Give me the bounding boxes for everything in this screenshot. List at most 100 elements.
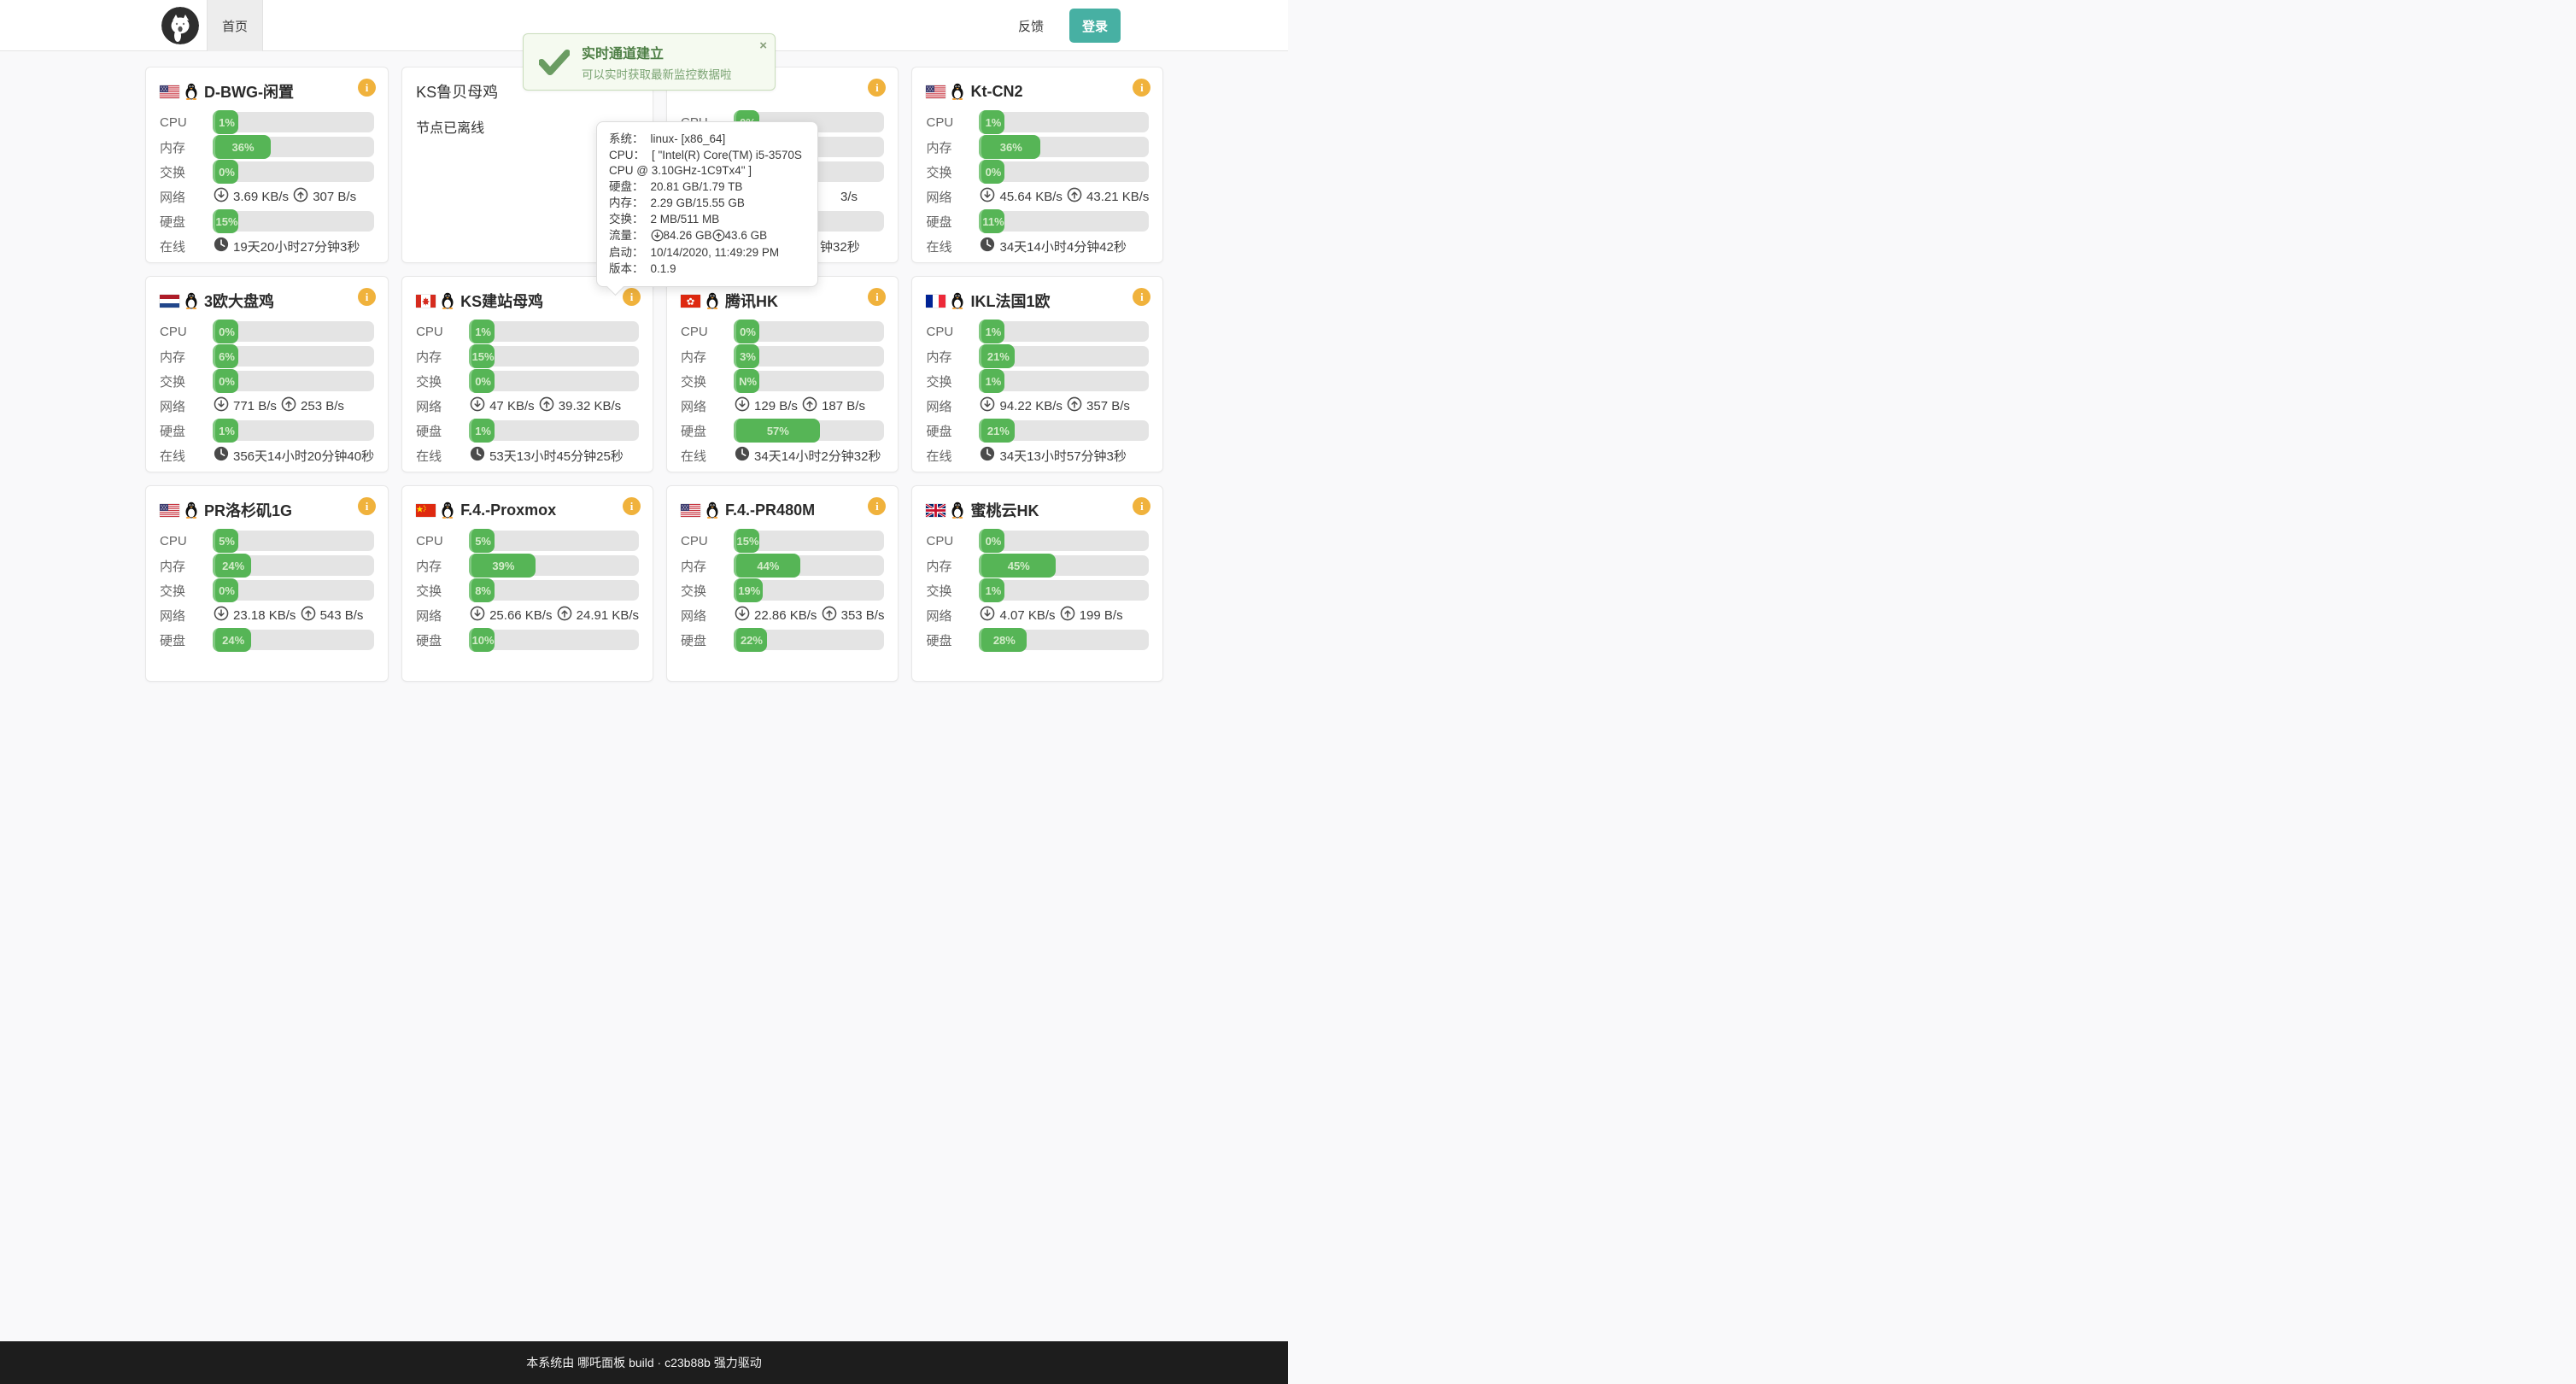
row-label: CPU (160, 534, 213, 548)
upload-icon (280, 396, 301, 415)
tooltip-label: 内存： (609, 196, 644, 209)
usage-bar-fill: 36% (979, 135, 1040, 159)
usage-bar-fill: N% (734, 369, 759, 393)
server-name: KS鲁贝母鸡 (416, 80, 498, 103)
row-label: 硬盘 (416, 422, 469, 440)
usage-bar-fill: 45% (979, 554, 1056, 578)
online-row: 在线34天14小时2分钟32秒 (681, 445, 884, 466)
row-label: 网络 (416, 607, 469, 625)
linux-icon (184, 83, 198, 100)
usage-bar: 6% (213, 346, 374, 367)
usage-bar-fill: 57% (734, 419, 820, 443)
disk-row: 硬盘22% (681, 630, 884, 650)
usage-bar-fill: 5% (213, 529, 238, 553)
swap-row: 交换1% (926, 580, 1149, 601)
row-label: 在线 (416, 447, 469, 465)
online-row: 在线34天14小时4分钟42秒 (926, 236, 1149, 256)
usage-bar: 1% (979, 321, 1149, 342)
site-logo-avatar[interactable] (161, 7, 199, 44)
download-icon (469, 606, 489, 625)
download-icon (213, 187, 233, 206)
tooltip-row: 启动：10/14/2020, 11:49:29 PM (609, 245, 805, 261)
login-button[interactable]: 登录 (1069, 9, 1121, 43)
server-name: Kt-CN2 (970, 83, 1022, 101)
uptime: 19天20小时27分钟3秒 (213, 237, 360, 255)
tooltip-row: 硬盘：20.81 GB/1.79 TB (609, 179, 805, 195)
usage-bar: 0% (979, 531, 1149, 551)
linux-icon (441, 501, 454, 519)
row-label: 在线 (681, 447, 734, 465)
server-name: IKL法国1欧 (970, 290, 1050, 312)
usage-bar-fill: 15% (469, 344, 495, 368)
row-label: 交换 (681, 582, 734, 600)
disk-row: 硬盘24% (160, 630, 374, 650)
net-speed: 94.22 KB/s 357 B/s (979, 396, 1129, 415)
nav-feedback-link[interactable]: 反馈 (1018, 0, 1044, 51)
info-icon[interactable]: i (623, 497, 641, 515)
tooltip-label: 启动： (609, 246, 644, 259)
row-label: CPU (926, 534, 979, 548)
toast-close-icon[interactable]: × (759, 39, 767, 52)
info-icon[interactable]: i (358, 497, 376, 515)
usage-bar-fill: 1% (469, 320, 495, 343)
usage-bar-fill: 21% (979, 344, 1015, 368)
flag-gb-icon (926, 504, 946, 517)
usage-bar: 1% (213, 112, 374, 132)
info-icon[interactable]: i (358, 288, 376, 306)
mem-row: 内存45% (926, 555, 1149, 576)
info-icon[interactable]: i (358, 79, 376, 97)
row-label: 交换 (160, 372, 213, 390)
disk-row: 硬盘57% (681, 420, 884, 441)
tooltip-label: 流量： (609, 229, 644, 242)
tooltip-label: 交换： (609, 213, 644, 226)
row-label: 交换 (926, 163, 979, 181)
usage-bar: 0% (213, 580, 374, 601)
info-icon[interactable]: i (623, 288, 641, 306)
usage-bar: 15% (213, 211, 374, 232)
cpu-row: CPU0% (681, 321, 884, 342)
swap-row: 交换0% (926, 161, 1149, 182)
server-card: IKL法国1欧iCPU1%内存21%交换1%网络94.22 KB/s 357 B… (911, 276, 1163, 472)
swap-row: 交换0% (416, 371, 639, 391)
online-row: 在线356天14小时20分钟40秒 (160, 445, 374, 466)
server-card: 蜜桃云HKiCPU0%内存45%交换1%网络4.07 KB/s 199 B/s硬… (911, 485, 1163, 682)
download-icon (213, 606, 233, 625)
usage-bar: 39% (469, 555, 639, 576)
usage-bar: 0% (979, 161, 1149, 182)
row-label: 网络 (416, 397, 469, 415)
row-label: CPU (681, 325, 734, 339)
mem-row: 内存24% (160, 555, 374, 576)
online-row: 在线19天20小时27分钟3秒 (160, 236, 374, 256)
mem-row: 内存36% (926, 137, 1149, 157)
server-name: 蜜桃云HK (970, 499, 1039, 521)
usage-bar: 15% (469, 346, 639, 367)
online-row: 在线34天13小时57分钟3秒 (926, 445, 1149, 466)
flag-us-icon (160, 85, 179, 98)
swap-row: 交换19% (681, 580, 884, 601)
mem-row: 内存15% (416, 346, 639, 367)
row-label: 内存 (416, 348, 469, 366)
usage-bar: 24% (213, 555, 374, 576)
usage-bar: 44% (734, 555, 884, 576)
usage-bar: 1% (979, 371, 1149, 391)
net-row: 网络23.18 KB/s 543 B/s (160, 605, 374, 625)
net-speed: 25.66 KB/s 24.91 KB/s (469, 606, 639, 625)
linux-icon (951, 292, 964, 309)
usage-bar: 24% (213, 630, 374, 650)
card-title: IKL法国1欧 (926, 288, 1149, 314)
usage-bar: 0% (213, 371, 374, 391)
net-speed: 23.18 KB/s 543 B/s (213, 606, 363, 625)
clock-icon (979, 237, 999, 255)
row-label: 交换 (160, 582, 213, 600)
usage-bar-fill: 15% (213, 209, 238, 233)
usage-bar-fill: 21% (979, 419, 1015, 443)
net-row: 网络94.22 KB/s 357 B/s (926, 396, 1149, 416)
usage-bar: 1% (469, 420, 639, 441)
flag-us-icon (160, 504, 179, 517)
usage-bar-fill: 10% (469, 628, 495, 652)
nav-tab-home[interactable]: 首页 (207, 0, 263, 51)
tooltip-value: 2.29 GB/15.55 GB (651, 196, 745, 209)
disk-row: 硬盘28% (926, 630, 1149, 650)
download-icon (213, 396, 233, 415)
usage-bar-fill: 15% (734, 529, 759, 553)
